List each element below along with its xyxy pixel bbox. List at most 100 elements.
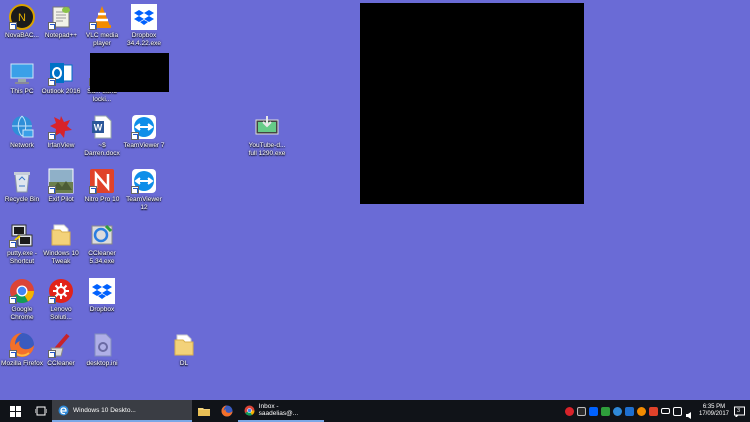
desktop-icon-nitro-pro-10[interactable]: Nitro Pro 10 xyxy=(80,168,124,204)
start-button[interactable] xyxy=(0,400,30,422)
desktop-icon-label: Windows 10 Tweak xyxy=(43,250,79,265)
windows-logo-icon xyxy=(9,405,21,417)
desktop-icon-recycle-bin[interactable]: Recycle Bin xyxy=(0,168,44,204)
folder-icon xyxy=(171,332,197,358)
desktop-icon-label: YouTube-d... full 1290.exe xyxy=(248,142,286,157)
desktop-icon-label: Notepad++ xyxy=(44,32,78,39)
desktop-icon-exif-pilot[interactable]: Exif Pilot xyxy=(39,168,83,204)
desktop-icon-label: CCleaner xyxy=(47,360,75,367)
desktop-icon-ccleaner-installer[interactable]: CCleaner 5.34.exe xyxy=(80,222,124,266)
desktop-icon-label: This PC xyxy=(10,88,34,95)
desktop-icon-label: TeamViewer 7 xyxy=(123,142,165,149)
tray-green-app-icon[interactable] xyxy=(601,406,610,416)
desktop-icon-outlook-2016[interactable]: Outlook 2016 xyxy=(39,60,83,96)
tray-orange-app-icon[interactable] xyxy=(637,406,646,416)
battery-icon[interactable] xyxy=(661,408,670,414)
desktop-icon-windows-10-tweak[interactable]: Windows 10 Tweak xyxy=(39,222,83,266)
action-center-button[interactable]: 3 xyxy=(734,400,748,422)
volume-icon[interactable] xyxy=(685,407,694,419)
word-doc-icon: W xyxy=(89,114,115,140)
desktop-icon-google-chrome[interactable]: Google Chrome xyxy=(0,278,44,322)
tray-grid-app-icon[interactable] xyxy=(577,406,586,416)
desktop-icon-dl-folder[interactable]: DL xyxy=(162,332,206,368)
chrome-icon xyxy=(9,278,35,304)
dropbox-icon xyxy=(89,278,115,304)
desktop-icon-label: Nitro Pro 10 xyxy=(84,196,120,203)
taskbar-firefox[interactable] xyxy=(216,400,238,422)
vlc-icon xyxy=(89,4,115,30)
folder-icon xyxy=(48,222,74,248)
lenovo-icon xyxy=(48,278,74,304)
desktop-icon-youtube-dl[interactable]: YouTube-d... full 1290.exe xyxy=(245,114,289,158)
exif-pilot-icon xyxy=(48,168,74,194)
clock-date: 17/09/2017 xyxy=(698,411,730,417)
teamviewer-icon xyxy=(131,168,157,194)
svg-text:N: N xyxy=(18,12,26,24)
dropbox-icon xyxy=(131,4,157,30)
tray-red-square-icon[interactable] xyxy=(649,406,658,416)
desktop-icon-ccleaner[interactable]: CCleaner xyxy=(39,332,83,368)
desktop-icon-mozilla-firefox[interactable]: Mozilla Firefox xyxy=(0,332,44,368)
desktop-icon-notepad-plus-plus[interactable]: Notepad++ xyxy=(39,4,83,40)
irfanview-icon xyxy=(48,114,74,140)
desktop-icon-label: Dropbox xyxy=(89,306,115,313)
taskbar-window-edge[interactable]: Windows 10 Deskto... xyxy=(52,400,192,422)
ini-file-icon xyxy=(89,332,115,358)
ccleaner-installer-icon xyxy=(89,222,115,248)
desktop-icon-teamviewer-12[interactable]: TeamViewer 12 xyxy=(122,168,166,212)
desktop: N NovaBAC... This PC Network Recycle Bin… xyxy=(0,0,750,400)
desktop-icon-darren-docx[interactable]: W ~$ Darren.docx xyxy=(80,114,124,158)
desktop-icon-teamviewer-7[interactable]: TeamViewer 7 xyxy=(122,114,166,150)
taskbar-clock[interactable]: 6:35 PM 17/09/2017 xyxy=(697,404,731,419)
desktop-icon-label: Lenovo Soluti... xyxy=(50,306,72,321)
tray-onedrive-icon[interactable] xyxy=(613,406,622,416)
task-view-button[interactable] xyxy=(30,400,52,422)
desktop-icon-label: Network xyxy=(10,142,34,149)
notepad-plus-plus-icon xyxy=(48,4,74,30)
taskbar-window-label: Windows 10 Deskto... xyxy=(73,406,136,414)
desktop-icon-network[interactable]: Network xyxy=(0,114,44,150)
desktop-icon-label: Recycle Bin xyxy=(4,196,40,203)
desktop-icon-desktop-ini[interactable]: desktop.ini xyxy=(80,332,124,368)
desktop-icon-lenovo-solutions[interactable]: Lenovo Soluti... xyxy=(39,278,83,322)
desktop-icon-label: Exif Pilot xyxy=(48,196,74,203)
network-icon[interactable] xyxy=(673,406,682,416)
desktop-icon-label: IrfanView xyxy=(47,142,75,149)
redacted-window xyxy=(360,3,584,204)
desktop-icon-label: VLC media player xyxy=(85,32,119,47)
firefox-icon xyxy=(221,405,233,417)
novabackup-icon: N xyxy=(9,4,35,30)
desktop-icon-label: desktop.ini xyxy=(86,360,118,367)
desktop-icon-label: putty.exe - Shortcut xyxy=(7,250,37,265)
desktop-icon-irfanview[interactable]: IrfanView xyxy=(39,114,83,150)
desktop-icon-novabackup[interactable]: N NovaBAC... xyxy=(0,4,44,40)
nitro-pro-icon xyxy=(89,168,115,194)
desktop-icon-vlc-media-player[interactable]: VLC media player xyxy=(80,4,124,48)
desktop-icon-this-pc[interactable]: This PC xyxy=(0,60,44,96)
edge-icon xyxy=(58,405,69,415)
firefox-icon xyxy=(9,332,35,358)
taskbar-window-chrome-inbox[interactable]: Inbox - saadelias@... xyxy=(238,400,324,422)
taskbar-window-label: Inbox - saadelias@... xyxy=(258,403,299,417)
network-icon xyxy=(9,114,35,140)
desktop-icon-label: Mozilla Firefox xyxy=(1,360,43,367)
desktop-icon-label: DL xyxy=(179,360,189,367)
tray-blue-app-icon[interactable] xyxy=(625,406,634,416)
outlook-icon xyxy=(48,60,74,86)
putty-icon xyxy=(9,222,35,248)
desktop-icon-dropbox-folder[interactable]: Dropbox xyxy=(80,278,124,314)
tray-dropbox-icon[interactable] xyxy=(589,406,598,416)
tray-red-app-icon[interactable] xyxy=(565,406,574,416)
taskbar-file-explorer[interactable] xyxy=(192,400,216,422)
desktop-icon-putty[interactable]: putty.exe - Shortcut xyxy=(0,222,44,266)
desktop-icon-label: Google Chrome xyxy=(10,306,34,321)
recycle-bin-icon xyxy=(9,168,35,194)
desktop-icon-label: Outlook 2016 xyxy=(41,88,81,95)
clock-time: 6:35 PM xyxy=(702,403,726,410)
file-explorer-icon xyxy=(198,408,210,416)
desktop-icon-label: CCleaner 5.34.exe xyxy=(88,250,116,265)
redacted-region xyxy=(90,53,169,92)
desktop-icon-dropbox-installer[interactable]: Dropbox 34.4.22.exe xyxy=(122,4,166,48)
taskbar: Windows 10 Deskto... Inbox - saadelias@.… xyxy=(0,400,750,422)
desktop-icon-label: TeamViewer 12 xyxy=(126,196,162,211)
